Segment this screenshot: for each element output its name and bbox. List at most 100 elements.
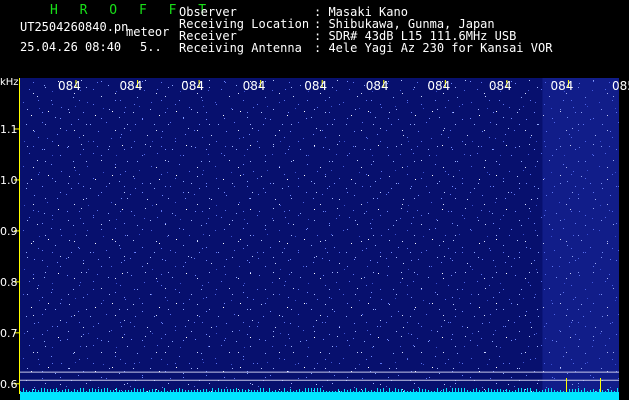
floor-spike (230, 389, 231, 392)
floor-spike (35, 389, 36, 392)
floor-spike (212, 388, 213, 392)
floor-spike (170, 390, 171, 392)
floor-spike (38, 390, 39, 392)
floor-spike (518, 388, 519, 392)
floor-spike (101, 389, 102, 392)
floor-spike (560, 390, 561, 392)
floor-spike (281, 391, 282, 392)
floor-spike (563, 391, 564, 392)
floor-spike (239, 390, 240, 392)
floor-spike (467, 390, 468, 392)
floor-spike (539, 391, 540, 392)
floor-spike (65, 389, 66, 392)
floor-spike (194, 390, 195, 392)
x-tick-label: 084 (243, 79, 266, 93)
floor-spike (68, 389, 69, 392)
floor-spike (296, 390, 297, 392)
x-tick-label: 084 (427, 79, 450, 93)
floor-spike (524, 389, 525, 392)
floor-spike (116, 388, 117, 392)
bright-region (542, 78, 619, 394)
floor-spike (470, 391, 471, 392)
floor-spike (401, 389, 402, 392)
x-tick-label: 0850 (612, 79, 629, 93)
floor-spike (266, 391, 267, 392)
floor-spike (575, 389, 576, 392)
floor-spike (461, 388, 462, 392)
floor-spike (542, 390, 543, 392)
floor-spike (605, 391, 606, 392)
floor-band (20, 392, 619, 400)
floor-spike (488, 388, 489, 392)
spectrogram-chart: kHz 0840840840840840840840840840850 0.60… (0, 78, 629, 400)
antenna-value: : 4ele Yagi Az 230 for Kansai VOR (314, 41, 553, 55)
floor-spike (512, 391, 513, 392)
floor-spike (92, 388, 93, 392)
floor-spike (311, 388, 312, 392)
floor-spike (377, 388, 378, 392)
floor-spike (287, 391, 288, 392)
floor-spike (299, 389, 300, 392)
floor-spike (509, 390, 510, 392)
floor-spike (533, 391, 534, 392)
floor-spike (206, 389, 207, 392)
header: H R O F F T UT2504260840.pn meteor 25.04… (0, 0, 629, 80)
floor-spike (389, 388, 390, 392)
floor-spike (20, 391, 21, 392)
y-axis-label: kHz (0, 78, 19, 88)
floor-spike (236, 388, 237, 392)
floor-spike (446, 388, 447, 392)
floor-spike (431, 391, 432, 392)
floor-spike (275, 390, 276, 392)
floor-spike (215, 390, 216, 392)
floor-spike (521, 388, 522, 392)
floor-spike (221, 389, 222, 392)
floor-spike (587, 391, 588, 392)
floor-spike (362, 390, 363, 392)
floor-spike (413, 389, 414, 392)
floor-spike (161, 391, 162, 392)
antenna-label: Receiving Antenna (179, 41, 302, 55)
floor-spike (137, 389, 138, 392)
floor-spike (71, 391, 72, 392)
floor-spike (335, 391, 336, 392)
floor-spike (122, 391, 123, 392)
floor-spike (536, 389, 537, 392)
floor-spike (95, 389, 96, 392)
floor-spike (164, 388, 165, 392)
floor-spike (248, 389, 249, 392)
floor-spike (410, 391, 411, 392)
floor-spike (317, 388, 318, 392)
floor-spike (50, 389, 51, 392)
floor-spike (449, 391, 450, 392)
floor-spike (350, 389, 351, 392)
floor-spike (173, 390, 174, 392)
floor-spike (458, 388, 459, 392)
floor-spike (341, 391, 342, 392)
y-tick-label: 1.0 (0, 174, 18, 187)
floor-spike (41, 388, 42, 392)
floor-spike (272, 391, 273, 392)
floor-spike (437, 388, 438, 392)
floor-spike (86, 391, 87, 392)
floor-spike (251, 390, 252, 392)
floor-spike (119, 390, 120, 392)
floor-spike (557, 391, 558, 392)
floor-spike (515, 390, 516, 392)
floor-spike (548, 388, 549, 392)
floor-spike (578, 388, 579, 392)
floor-spike (473, 389, 474, 392)
floor-spike (380, 389, 381, 392)
floor-spike (293, 391, 294, 392)
floor-spike (464, 388, 465, 392)
x-tick-label: 084 (120, 79, 143, 93)
floor-spike (98, 389, 99, 392)
floor-spike (158, 390, 159, 392)
floor-spike (110, 390, 111, 392)
floor-spike (383, 388, 384, 392)
y-tick-label: 0.6 (0, 378, 18, 391)
floor-spike (572, 389, 573, 392)
date-time: 25.04.26 08:40 (20, 40, 122, 54)
floor-spike (104, 388, 105, 392)
floor-spike (392, 391, 393, 392)
